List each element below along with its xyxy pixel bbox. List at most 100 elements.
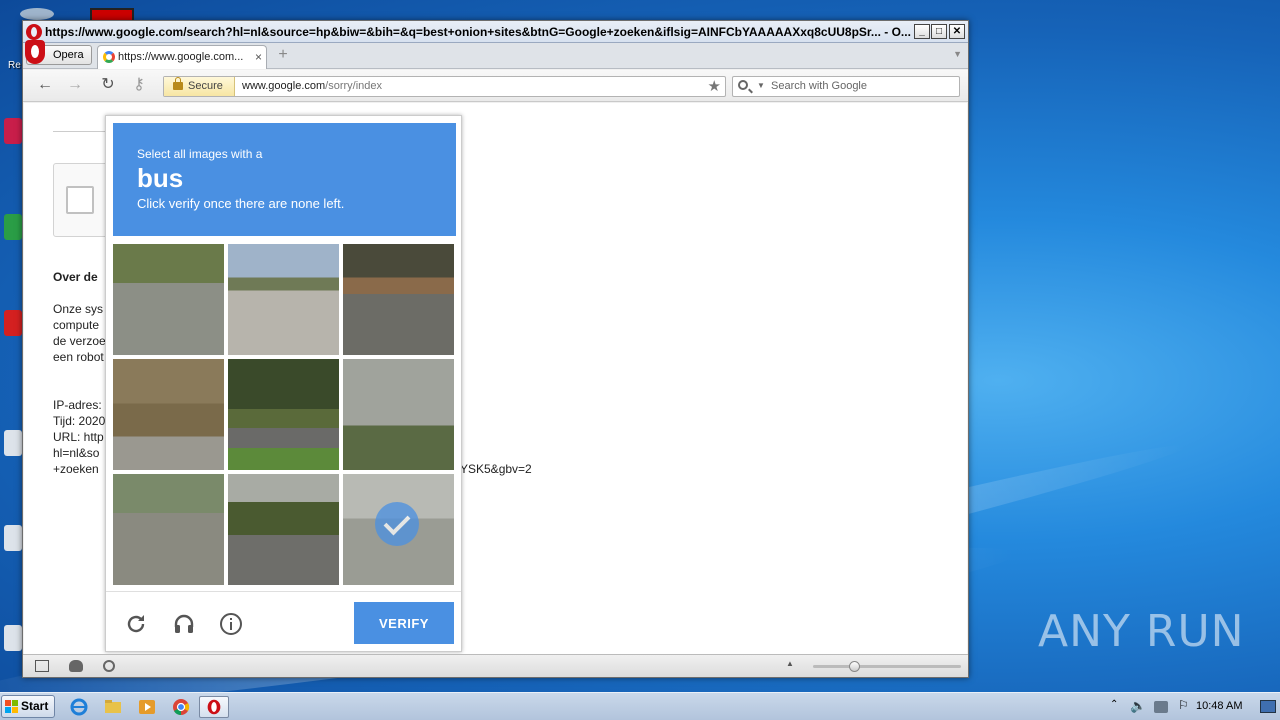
chrome-icon[interactable] bbox=[166, 696, 196, 718]
tile-traffic-cone[interactable] bbox=[228, 359, 339, 470]
action-center-flag-icon[interactable]: ⚐ bbox=[1178, 698, 1189, 712]
opera-menu-label: Opera bbox=[53, 49, 84, 61]
tile-suv-street[interactable] bbox=[113, 244, 224, 355]
reload-button[interactable]: ↻ bbox=[98, 76, 118, 96]
desktop-shortcut-icon[interactable] bbox=[4, 214, 22, 240]
desktop-shortcut-icon[interactable] bbox=[4, 118, 22, 144]
search-icon bbox=[738, 80, 748, 90]
secure-label: Secure bbox=[188, 80, 223, 92]
start-label: Start bbox=[21, 699, 49, 713]
recaptcha-widget bbox=[53, 163, 113, 237]
desktop-shortcut-icon[interactable] bbox=[4, 525, 22, 551]
tab-list-chevron-icon[interactable]: ▼ bbox=[953, 49, 962, 59]
search-bar[interactable]: ▼ bbox=[732, 76, 960, 97]
zoom-slider[interactable] bbox=[813, 661, 961, 672]
page-paragraph-line: een robot bbox=[53, 350, 104, 364]
turbo-cloud-icon[interactable] bbox=[69, 660, 83, 672]
show-desktop-icon[interactable] bbox=[1260, 700, 1276, 713]
page-info-line: IP-adres: bbox=[53, 398, 102, 412]
forward-button[interactable]: → bbox=[65, 76, 85, 96]
status-bar: ▲ bbox=[23, 654, 968, 677]
recaptcha-challenge: Select all images with a bus Click verif… bbox=[105, 115, 462, 652]
tile-highway-bridge[interactable] bbox=[228, 244, 339, 355]
desktop-shortcut-icon[interactable] bbox=[4, 430, 22, 456]
page-info-line: +zoeken bbox=[53, 462, 99, 476]
recycle-bin-icon[interactable] bbox=[20, 8, 54, 20]
tile-silver-car[interactable] bbox=[343, 244, 454, 355]
title-bar[interactable]: https://www.google.com/search?hl=nl&sour… bbox=[23, 21, 968, 43]
tab-close-icon[interactable]: × bbox=[255, 46, 262, 68]
minimize-button[interactable]: _ bbox=[914, 24, 930, 39]
opera-window: https://www.google.com/search?hl=nl&sour… bbox=[22, 20, 969, 678]
volume-icon[interactable]: 🔈 bbox=[1130, 698, 1146, 714]
tile-street-selected[interactable] bbox=[343, 474, 454, 585]
captcha-instruction-prefix: Select all images with a bbox=[137, 147, 263, 161]
tile-palm-trees[interactable] bbox=[343, 359, 454, 470]
system-tray: ⌃ 🔈 ⚐ bbox=[1104, 693, 1280, 720]
desktop-shortcut-icon[interactable] bbox=[4, 310, 22, 336]
zoom-arrow-icon[interactable]: ▲ bbox=[786, 659, 794, 668]
panel-toggle-icon[interactable] bbox=[35, 660, 49, 672]
page-info-line: hl=nl&so bbox=[53, 446, 100, 460]
network-icon[interactable] bbox=[1154, 701, 1168, 713]
page-paragraph-line: de verzoe bbox=[53, 334, 106, 348]
anyrun-watermark: ANY RUN bbox=[1038, 606, 1245, 657]
zoom-slider-handle[interactable] bbox=[849, 661, 860, 672]
info-icon[interactable] bbox=[219, 612, 243, 636]
clock[interactable]: 10:48 AM bbox=[1196, 700, 1242, 712]
tile-road-trees[interactable] bbox=[228, 474, 339, 585]
audio-challenge-icon[interactable] bbox=[172, 612, 196, 636]
file-explorer-icon[interactable] bbox=[98, 696, 128, 718]
page-heading: Over de bbox=[53, 270, 98, 284]
start-button[interactable]: Start bbox=[1, 695, 55, 718]
recaptcha-checkbox[interactable] bbox=[66, 186, 94, 214]
taskbar: Start ⌃ 🔈 ⚐ 10:48 AM bbox=[0, 692, 1280, 720]
tab-google[interactable]: https://www.google.com... × bbox=[97, 45, 267, 69]
captcha-header: Select all images with a bus Click verif… bbox=[113, 123, 456, 236]
new-tab-button[interactable]: + bbox=[274, 47, 292, 65]
media-player-icon[interactable] bbox=[132, 696, 162, 718]
speed-dial-icon[interactable] bbox=[103, 660, 115, 672]
reload-challenge-icon[interactable] bbox=[124, 612, 148, 636]
tile-white-truck[interactable] bbox=[113, 474, 224, 585]
navigation-bar: ← → ↻ ⚷ Secure www.google.com/sorry/inde… bbox=[23, 70, 968, 102]
lock-icon bbox=[173, 77, 183, 90]
page-paragraph-line: Onze sys bbox=[53, 302, 104, 316]
search-input[interactable] bbox=[771, 80, 951, 92]
search-engine-dropdown-icon[interactable]: ▼ bbox=[757, 81, 765, 90]
windows-logo-icon bbox=[5, 700, 18, 713]
tile-trees-road[interactable] bbox=[113, 359, 224, 470]
desktop-shortcut-icon[interactable] bbox=[4, 625, 22, 651]
google-favicon-icon bbox=[103, 51, 115, 63]
key-icon[interactable]: ⚷ bbox=[129, 76, 149, 96]
opera-taskbar-icon[interactable] bbox=[199, 696, 229, 718]
watermark-text: ANY RUN bbox=[1038, 606, 1245, 657]
url-domain: www.google.com bbox=[242, 80, 326, 92]
back-button[interactable]: ← bbox=[35, 76, 55, 96]
opera-logo-icon bbox=[26, 24, 42, 40]
desktop-label: Re bbox=[8, 60, 21, 71]
opera-menu-button[interactable]: Opera bbox=[25, 40, 92, 65]
divider bbox=[53, 131, 113, 132]
maximize-button[interactable]: □ bbox=[931, 24, 947, 39]
captcha-footer: VERIFY bbox=[106, 591, 461, 651]
captcha-instruction-suffix: Click verify once there are none left. bbox=[137, 196, 345, 211]
address-bar[interactable]: Secure www.google.com/sorry/index ★ bbox=[163, 76, 726, 97]
page-paragraph-line: compute bbox=[53, 318, 100, 332]
tab-title: https://www.google.com... bbox=[118, 51, 244, 63]
close-button[interactable]: ✕ bbox=[949, 24, 965, 39]
page-content: Over de Onze sys compute de verzoe een r… bbox=[24, 103, 967, 654]
page-url-tail: YSK5&gbv=2 bbox=[460, 462, 532, 476]
opera-logo-icon bbox=[25, 40, 45, 64]
url-text[interactable]: www.google.com/sorry/index bbox=[242, 80, 382, 92]
url-path: /sorry/index bbox=[325, 80, 383, 92]
bookmark-star-icon[interactable]: ★ bbox=[708, 77, 721, 96]
show-hidden-icons-icon[interactable]: ⌃ bbox=[1110, 699, 1118, 710]
page-info-line: Tijd: 2020 bbox=[53, 414, 106, 428]
captcha-target: bus bbox=[137, 163, 184, 193]
secure-badge[interactable]: Secure bbox=[164, 77, 235, 96]
window-title: https://www.google.com/search?hl=nl&sour… bbox=[45, 25, 911, 39]
internet-explorer-icon[interactable] bbox=[64, 696, 94, 718]
verify-button[interactable]: VERIFY bbox=[354, 602, 454, 644]
tab-bar: Opera https://www.google.com... × + ▼ bbox=[23, 40, 968, 69]
